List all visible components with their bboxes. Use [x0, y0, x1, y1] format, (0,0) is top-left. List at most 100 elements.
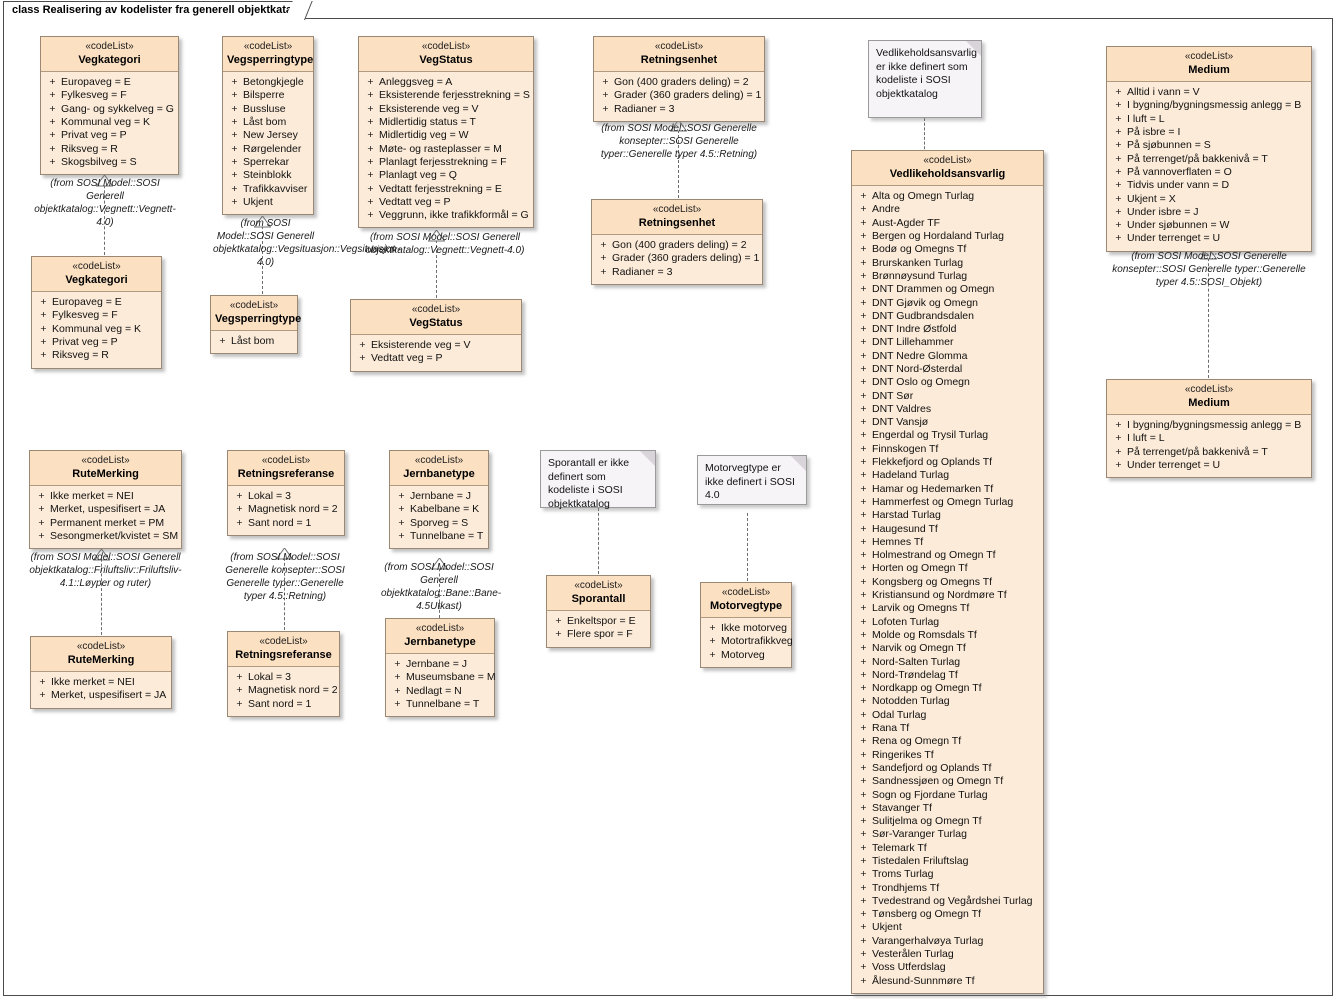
attribute-row: + DNT Lillehammer	[855, 336, 1040, 349]
attribute-text: Flekkefjord og Oplands Tf	[872, 456, 993, 469]
class-attributes: + Europaveg = E + Fylkesveg = F + Kommunal …	[32, 292, 161, 368]
visibility-marker: +	[860, 509, 867, 522]
attribute-text: Låst bom	[243, 116, 287, 129]
class-motorvegtype[interactable]: «codeList» Motorvegtype + Ikke motorveg +…	[700, 582, 793, 669]
class-header: «codeList» Retningsreferanse	[228, 632, 339, 668]
class-jernbanetype-top[interactable]: «codeList» Jernbanetype + Jernbane = J + K…	[389, 450, 489, 550]
visibility-marker: +	[1115, 139, 1122, 152]
attribute-text: Tistedalen Friluftslag	[872, 854, 969, 867]
class-retningsenhet-bottom[interactable]: «codeList» Retningsenhet + Gon (400 grade…	[591, 199, 763, 286]
visibility-marker: +	[709, 648, 716, 661]
attribute-row: + Hadeland Turlag	[855, 469, 1040, 482]
visibility-marker: +	[236, 503, 243, 516]
attribute-row: + DNT Valdres	[855, 403, 1040, 416]
class-attributes: + Alta og Omegn Turlag + Andre + Aust-Agder T…	[852, 186, 1043, 993]
attribute-text: Museumsbane = M	[406, 671, 496, 684]
attribute-row: + Skogsbilveg = S	[44, 156, 175, 169]
attribute-text: DNT Drammen og Omegn	[872, 283, 995, 296]
from-label-jernbanetype: (from SOSI Model::SOSI Generell objektka…	[381, 562, 502, 612]
attribute-text: På terrenget/på bakkenivå = T	[1127, 152, 1268, 165]
class-retningsenhet-top[interactable]: «codeList» Retningsenhet + Gon (400 grade…	[593, 36, 765, 123]
attribute-text: Privat veg = P	[52, 336, 118, 349]
visibility-marker: +	[398, 490, 405, 503]
visibility-marker: +	[1115, 205, 1122, 218]
attribute-text: Eksisterende veg = V	[379, 102, 479, 115]
visibility-marker: +	[860, 363, 867, 375]
attribute-row: + Sandefjord og Oplands Tf	[855, 762, 1040, 775]
attribute-row: + Aust-Agder TF	[855, 217, 1040, 230]
class-vegsperringtype-top[interactable]: «codeList» Vegsperringtype + Betongkjegle…	[222, 36, 314, 216]
stereotype-label: «codeList»	[414, 455, 464, 466]
attribute-row: + På vannoverflaten = O	[1110, 166, 1308, 179]
attribute-text: Privat veg = P	[61, 129, 127, 142]
note-fold-icon	[640, 451, 655, 466]
attribute-text: Planlagt ferjesstrekning = F	[379, 155, 507, 168]
visibility-marker: +	[600, 239, 607, 252]
stereotype-label: «codeList»	[76, 641, 126, 652]
attribute-text: DNT Nord-Østerdal	[872, 363, 963, 375]
class-vegsperringtype-bottom[interactable]: «codeList» Vegsperringtype + Låst bom	[210, 295, 301, 355]
attribute-text: Odal Turlag	[872, 708, 927, 721]
visibility-marker: +	[860, 628, 867, 641]
attribute-text: Steinblokk	[243, 169, 292, 182]
attribute-row: + Enkeltspor = E	[550, 615, 647, 628]
class-medium-bottom[interactable]: «codeList» Medium + I bygning/bygningsmes…	[1106, 379, 1312, 479]
stereotype-label: «codeList»	[652, 204, 702, 215]
class-header: «codeList» RuteMerking	[31, 637, 171, 673]
class-vegkategori-top[interactable]: «codeList» Vegkategori + Europaveg = E + F…	[40, 36, 179, 176]
attribute-row: + Rena og Omegn Tf	[855, 735, 1040, 748]
attribute-text: Brurskanken Turlag	[872, 256, 964, 269]
attribute-text: Molde og Romsdals Tf	[872, 628, 977, 641]
attribute-text: Sporveg = S	[410, 516, 469, 529]
class-retningsreferanse-top[interactable]: «codeList» Retningsreferanse + Lokal = 3 …	[227, 450, 345, 537]
attribute-text: Permanent merket = PM	[50, 516, 165, 529]
visibility-marker: +	[860, 216, 867, 229]
class-medium-top[interactable]: «codeList» Medium + Alltid i vann = V + I …	[1106, 46, 1312, 252]
visibility-marker: +	[394, 671, 401, 684]
class-rutemerking-bottom[interactable]: «codeList» RuteMerking + Ikke merket = NE…	[30, 636, 172, 709]
attribute-row: + Midlertidig veg = W	[362, 129, 530, 142]
class-vegstatus-bottom[interactable]: «codeList» VegStatus + Eksisterende veg =…	[350, 299, 522, 372]
attribute-row: + Sporveg = S	[393, 517, 485, 530]
attribute-row: + Ålesund-Sunnmøre Tf	[855, 975, 1040, 988]
visibility-marker: +	[367, 76, 374, 89]
attribute-row: + Finnskogen Tf	[855, 443, 1040, 456]
class-sporantall[interactable]: «codeList» Sporantall + Enkeltspor = E + F…	[546, 575, 651, 648]
note-fold-icon	[791, 456, 806, 471]
class-name: Medium	[1188, 396, 1230, 409]
class-vegstatus-top[interactable]: «codeList» VegStatus + Anleggsveg = A + Ek…	[358, 36, 534, 229]
attribute-row: + Eksisterende veg = V	[354, 339, 518, 352]
visibility-marker: +	[359, 339, 366, 352]
attribute-row: + Riksveg = R	[35, 349, 158, 362]
visibility-marker: +	[394, 684, 401, 697]
attribute-text: Voss Utferdslag	[872, 961, 946, 974]
attribute-text: DNT Vansjø	[872, 416, 929, 429]
visibility-marker: +	[49, 155, 56, 168]
attribute-row: + Tønsberg og Omegn Tf	[855, 908, 1040, 921]
class-retningsreferanse-bottom[interactable]: «codeList» Retningsreferanse + Lokal = 3 …	[227, 631, 340, 718]
attribute-text: Nord-Trøndelag Tf	[872, 668, 958, 681]
visibility-marker: +	[555, 628, 562, 641]
attribute-text: Sant nord = 1	[248, 516, 312, 529]
attribute-row: + Eksisterende veg = V	[362, 103, 530, 116]
attribute-row: + Trondhjems Tf	[855, 882, 1040, 895]
attribute-text: Gon (400 graders deling) = 2	[612, 239, 747, 252]
visibility-marker: +	[231, 142, 238, 155]
class-vedlikeholdsansvarlig[interactable]: «codeList» Vedlikeholdsansvarlig + Alta o…	[851, 150, 1044, 994]
visibility-marker: +	[860, 522, 867, 535]
visibility-marker: +	[367, 142, 374, 155]
attribute-text: Lokal = 3	[248, 671, 291, 684]
class-vegkategori-bottom[interactable]: «codeList» Vegkategori + Europaveg = E + F…	[31, 256, 162, 369]
class-rutemerking-top[interactable]: «codeList» RuteMerking + Ikke merket = NE…	[29, 450, 182, 550]
attribute-row: + Hammerfest og Omegn Turlag	[855, 496, 1040, 509]
visibility-marker: +	[860, 934, 867, 947]
attribute-row: + Troms Turlag	[855, 868, 1040, 881]
class-jernbanetype-bottom[interactable]: «codeList» Jernbanetype + Jernbane = J + M…	[385, 618, 496, 718]
from-label-rutemerking: (from SOSI Model::SOSI Generell objektka…	[29, 552, 182, 589]
attribute-row: + Betongkjegle	[226, 76, 310, 89]
attribute-text: Ukjent = X	[1127, 192, 1176, 205]
attribute-text: Magnetisk nord = 2	[248, 684, 338, 697]
visibility-marker: +	[40, 336, 47, 349]
visibility-marker: +	[1115, 152, 1122, 165]
attribute-text: New Jersey	[243, 129, 298, 142]
